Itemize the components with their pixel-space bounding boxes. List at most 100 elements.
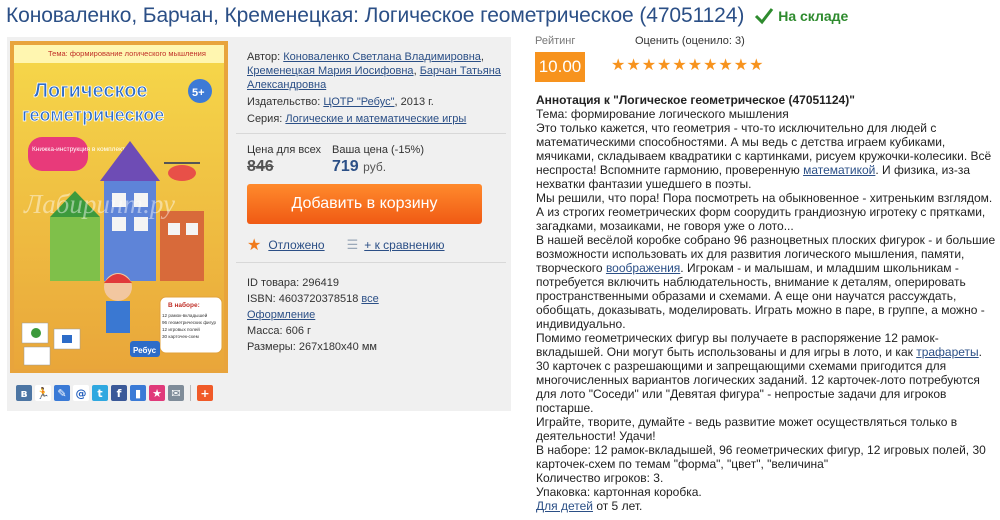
rating-star-icon[interactable]: ★ <box>734 56 748 74</box>
publisher-logo-text: Ребус <box>133 346 157 355</box>
isbn-all-link[interactable]: все <box>361 293 378 305</box>
set-heading: В наборе: <box>168 301 200 309</box>
annotation-paragraph: В наборе: 12 рамок-вкладышей, 96 геометр… <box>536 443 986 471</box>
stencils-link[interactable]: трафареты <box>916 345 978 359</box>
add-to-cart-button[interactable]: Добавить в корзину <box>247 184 482 224</box>
annotation-title: Аннотация к "Логическое геометрическое (… <box>536 93 855 107</box>
isbn-label: ISBN: <box>247 293 276 305</box>
id-value: 296419 <box>302 277 339 289</box>
product-meta: ID товара: 296419 ISBN: 4603720378518 вс… <box>247 275 379 355</box>
series-row: Серия: Логические и математические игры <box>247 112 509 126</box>
publish-year: , 2013 г. <box>394 96 434 108</box>
annotation: Аннотация к "Логическое геометрическое (… <box>536 93 996 513</box>
rating-star-icon[interactable]: ★ <box>688 56 702 74</box>
favorite-icon[interactable]: ★ <box>149 385 165 401</box>
divider <box>236 133 506 134</box>
author-link[interactable]: Кременецкая Мария Иосифовна <box>247 65 414 77</box>
cover-image: Тема: формирование логического мышления … <box>10 41 228 373</box>
annotation-paragraph: Упаковка: картонная коробка. <box>536 485 702 499</box>
product-details: Автор: Коноваленко Светлана Владимировна… <box>247 50 509 126</box>
price-everyone-label: Цена для всех <box>247 144 321 156</box>
old-price: 846 <box>247 158 274 175</box>
id-row: ID товара: 296419 <box>247 275 379 291</box>
print-icon[interactable]: ✉ <box>168 385 184 401</box>
booklet-note: Книжка-инструкция в комплекте! <box>32 146 131 153</box>
isbn-value: 4603720378518 <box>278 293 359 305</box>
mass-label: Масса: <box>247 325 283 337</box>
author-link[interactable]: Коноваленко Светлана Владимировна <box>283 51 481 63</box>
annotation-paragraph: Для детей от 5 лет. <box>536 499 643 513</box>
new-price: 719 <box>332 158 359 175</box>
mass-row: Масса: 606 г <box>247 323 379 339</box>
imagination-link[interactable]: воображения <box>606 261 680 275</box>
annotation-paragraph: Помимо геометрических фигур вы получаете… <box>536 331 983 415</box>
id-label: ID товара: <box>247 277 300 289</box>
annotation-paragraph: В нашей весёлой коробке собрано 96 разно… <box>536 233 996 331</box>
size-row: Размеры: 267x180x40 мм <box>247 339 379 355</box>
publisher-link[interactable]: ЦОТР "Ребус" <box>323 96 394 108</box>
vk-icon[interactable]: в <box>16 385 32 401</box>
publisher-label: Издательство: <box>247 96 321 108</box>
rating-star-icon[interactable]: ★ <box>611 56 625 74</box>
annotation-paragraph: Это только кажется, что геометрия - что-… <box>536 121 992 191</box>
plus-icon[interactable]: + <box>197 385 213 401</box>
compare-link[interactable]: + к сравнению <box>364 238 444 252</box>
rate-label: Оценить (оценило: 3) <box>635 35 745 47</box>
mathematics-link[interactable]: математикой <box>803 163 875 177</box>
share-bar: в 🏃 ✎ @ t f ▮ ★ ✉ + <box>16 385 213 401</box>
isbn-row: ISBN: 4603720378518 все <box>247 291 379 307</box>
mail-icon[interactable]: @ <box>73 385 89 401</box>
set-line: 96 геометрических фигур <box>162 320 217 325</box>
rating-star-icon[interactable]: ★ <box>703 56 717 74</box>
rating-star-icon[interactable]: ★ <box>718 56 732 74</box>
share-divider <box>190 385 191 401</box>
rating-block: Рейтинг 10.00 Оценить (оценило: 3) ★ ★ ★ ★ ★… <box>535 35 763 82</box>
divider <box>236 262 506 263</box>
cover-title-1: Логическое <box>34 80 148 102</box>
checkmark-icon <box>755 8 774 25</box>
rating-star-icon[interactable]: ★ <box>642 56 656 74</box>
size-value: 267x180x40 мм <box>298 341 377 353</box>
watermark: Лабиринт.ру <box>23 189 175 219</box>
mass-value: 606 г <box>285 325 312 337</box>
set-line: 12 рамок-вкладышей <box>162 312 208 318</box>
rating-star-icon[interactable]: ★ <box>749 56 763 74</box>
rating-star-icon[interactable]: ★ <box>672 56 686 74</box>
bookmark-icon[interactable]: ▮ <box>130 385 146 401</box>
price-yours: Ваша цена (-15%) 719 руб. <box>332 144 424 176</box>
rating-badge: 10.00 <box>535 52 585 82</box>
odnoklassniki-icon[interactable]: 🏃 <box>35 385 51 401</box>
twitter-icon[interactable]: t <box>92 385 108 401</box>
currency: руб. <box>363 160 387 174</box>
star-icon[interactable]: ★ <box>247 235 261 255</box>
series-label: Серия: <box>247 113 283 125</box>
cover-theme: Тема: формирование логического мышления <box>48 49 206 58</box>
rating-stars[interactable]: ★ ★ ★ ★ ★ ★ ★ ★ ★ ★ <box>611 56 763 74</box>
publisher-row: Издательство: ЦОТР "Ребус", 2013 г. <box>247 95 509 109</box>
product-actions: ★ Отложено ☰ + к сравнению <box>247 235 445 255</box>
size-label: Размеры: <box>247 341 296 353</box>
set-line: 30 карточек-схем <box>162 334 199 339</box>
compare-list-icon[interactable]: ☰ <box>347 238 359 253</box>
annotation-paragraph: Мы решили, что пора! Пора посмотреть на … <box>536 191 993 233</box>
booklet-bubble <box>28 137 88 171</box>
rating-star-icon[interactable]: ★ <box>657 56 671 74</box>
cover-title-2: геометрическое <box>22 105 164 125</box>
for-kids-link[interactable]: Для детей <box>536 499 593 513</box>
design-link[interactable]: Оформление <box>247 309 315 321</box>
author-label: Автор: <box>247 51 281 63</box>
postpone-link[interactable]: Отложено <box>268 238 324 252</box>
livejournal-icon[interactable]: ✎ <box>54 385 70 401</box>
rating-label: Рейтинг <box>535 35 576 47</box>
set-line: 12 игровых полей <box>162 326 200 332</box>
annotation-paragraph: Играйте, творите, думайте - ведь развити… <box>536 415 958 443</box>
facebook-icon[interactable]: f <box>111 385 127 401</box>
stock-label: На складе <box>778 8 849 24</box>
rating-star-icon[interactable]: ★ <box>626 56 640 74</box>
series-link[interactable]: Логические и математические игры <box>285 113 466 125</box>
title-row: Коноваленко, Барчан, Кременецкая: Логиче… <box>6 4 848 28</box>
product-cover[interactable]: Тема: формирование логического мышления … <box>10 41 228 373</box>
annotation-theme: Тема: формирование логического мышления <box>536 107 789 121</box>
age-badge-text: 5+ <box>192 87 205 99</box>
stock-status: На складе <box>754 7 848 25</box>
